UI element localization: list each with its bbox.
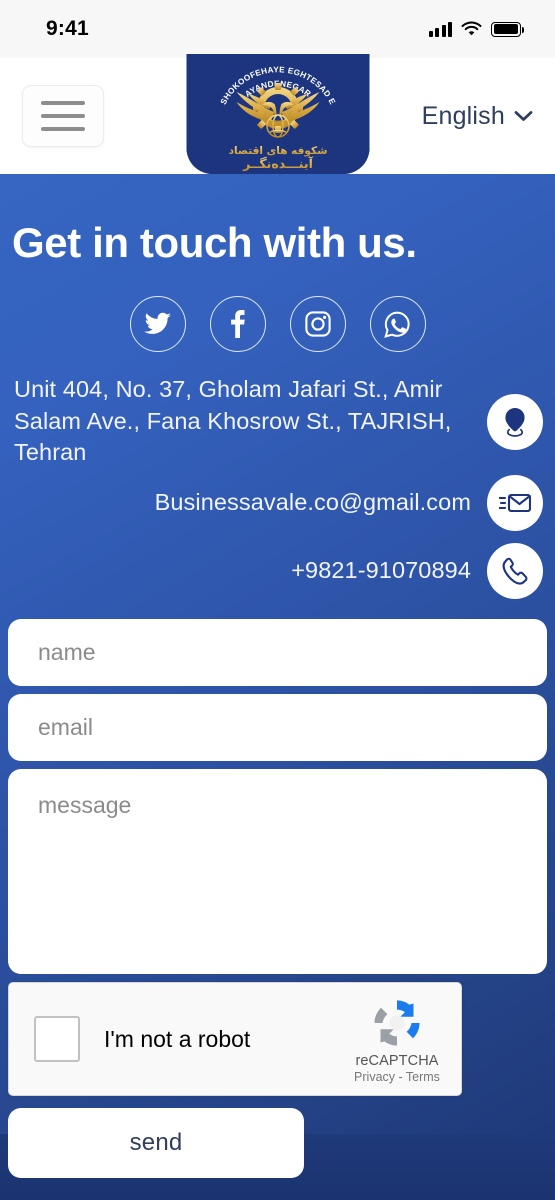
recaptcha-logo-icon xyxy=(374,1000,420,1046)
social-link-instagram[interactable] xyxy=(289,296,346,352)
location-pin-button[interactable] xyxy=(487,393,543,450)
language-label: English xyxy=(421,101,505,130)
email-button[interactable] xyxy=(487,475,543,532)
social-link-facebook[interactable] xyxy=(209,296,266,352)
envelope-icon xyxy=(499,494,531,513)
recaptcha-privacy-terms[interactable]: Privacy - Terms xyxy=(341,1070,453,1084)
contact-form: I'm not a robot reCAPTCHA Privacy - Term… xyxy=(0,619,555,1179)
company-logo-graphic: SHOKOOFEHAYE EGHTESAD E AYANDENEGAR xyxy=(186,54,369,174)
language-selector[interactable]: English xyxy=(422,102,533,131)
email-input[interactable] xyxy=(8,694,547,762)
social-link-twitter[interactable] xyxy=(129,296,186,352)
company-logo[interactable]: SHOKOOFEHAYE EGHTESAD E AYANDENEGAR xyxy=(186,54,369,174)
send-button[interactable]: send xyxy=(8,1108,304,1179)
recaptcha-brand: reCAPTCHA Privacy - Terms xyxy=(341,994,461,1084)
recaptcha-label: I'm not a robot xyxy=(104,1025,251,1052)
chevron-down-icon xyxy=(514,111,533,121)
name-input[interactable] xyxy=(8,619,547,687)
twitter-icon xyxy=(143,312,171,334)
whatsapp-icon xyxy=(384,311,410,338)
status-indicators xyxy=(428,21,525,37)
page-title: Get in touch with us. xyxy=(12,219,417,266)
location-pin-icon xyxy=(505,407,525,437)
contact-row-address: Unit 404, No. 37, Gholam Jafari St., Ami… xyxy=(14,374,543,469)
instagram-icon xyxy=(304,311,331,337)
hamburger-menu-icon[interactable] xyxy=(22,85,104,147)
recaptcha-checkbox[interactable] xyxy=(34,1016,80,1063)
email-text: Businessavale.co@gmail.com xyxy=(154,489,471,516)
status-bar: 9:41 xyxy=(0,0,555,58)
wifi-icon xyxy=(461,21,482,36)
phone-screen: 9:41 SHOKOOFEHAYE EGHTESAD E AYAND NEGAR… xyxy=(0,0,555,1200)
contact-row-phone: +9821-91070894 xyxy=(14,537,543,605)
social-links xyxy=(0,296,555,352)
contact-panel: Get in touch with us. Unit 404, No. 37, … xyxy=(0,174,555,1179)
address-text: Unit 404, No. 37, Gholam Jafari St., Ami… xyxy=(14,376,452,466)
phone-icon xyxy=(502,557,528,585)
contact-row-email: Businessavale.co@gmail.com xyxy=(14,469,543,537)
recaptcha-brand-name: reCAPTCHA xyxy=(355,1053,439,1070)
recaptcha-widget[interactable]: I'm not a robot reCAPTCHA Privacy - Term… xyxy=(8,982,462,1097)
status-time: 9:41 xyxy=(46,17,89,40)
phone-button[interactable] xyxy=(487,543,543,600)
phone-text: +9821-91070894 xyxy=(291,557,471,584)
social-link-whatsapp[interactable] xyxy=(369,296,426,352)
signal-bars-icon xyxy=(428,21,452,37)
battery-full-icon xyxy=(491,21,525,37)
logo-persian-line-2: آینـــده‌نگــر xyxy=(242,156,313,171)
facebook-icon xyxy=(231,310,245,338)
site-header: SHOKOOFEHAYE EGHTESAD E AYANDENEGAR xyxy=(0,54,555,174)
contact-list: Unit 404, No. 37, Gholam Jafari St., Ami… xyxy=(0,374,555,605)
message-input[interactable] xyxy=(8,769,547,975)
